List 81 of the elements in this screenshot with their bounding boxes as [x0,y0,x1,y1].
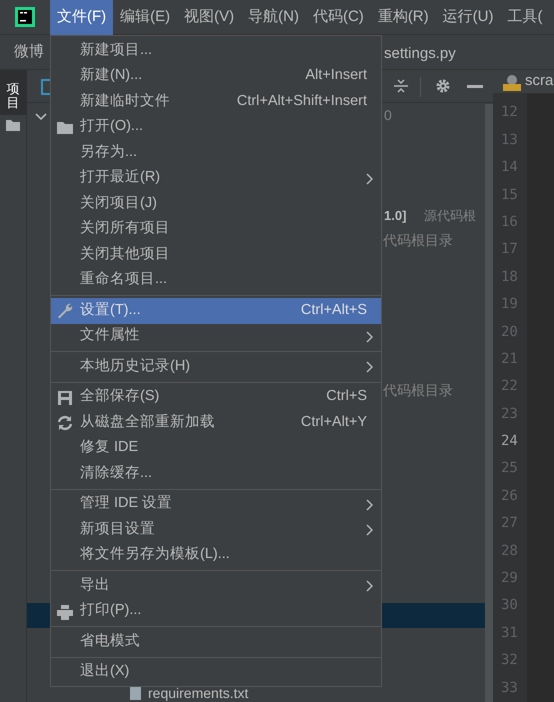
menu-item[interactable]: 省电模式 [51,629,381,654]
wrench-icon [56,302,74,320]
shortcut-label: Ctrl+Alt+S [300,300,367,320]
menu-item-label: 管理 IDE 设置 [80,494,174,514]
menu-item[interactable]: 本地历史记录(H) [51,354,381,380]
chevron-icon[interactable] [35,113,47,121]
menu-item-label: 修复 IDE [80,438,140,458]
line-number: 24 [501,432,518,452]
menu-item[interactable]: 新项目设置 [51,517,381,542]
project-name: 1.0] [384,206,406,225]
menu-item-label: 全部保存(S) [80,386,160,406]
menu-item-label: 从磁盘全部重新加载 [80,412,216,432]
source-root-note: 源代码根 [424,206,476,225]
menu-bar-item[interactable]: 运行(U) [436,0,500,35]
menu-item[interactable]: 关闭项目(J) [51,191,381,216]
printer-icon [56,602,74,620]
menu-item-label: 文件属性 [80,326,141,346]
menu-item-label: 省电模式 [80,632,141,651]
shortcut-label: Ctrl+S [326,387,367,406]
menu-item-label: 退出(X) [80,662,130,682]
menu-item[interactable]: 管理 IDE 设置 [51,492,381,517]
menu-item-label: 清除缓存... [80,464,154,483]
scrollbar[interactable] [485,104,493,702]
menu-bar-item[interactable]: 编辑(E) [113,0,178,35]
shortcut-label: Ctrl+Alt+Shift+Insert [236,92,367,111]
menu-item-label: 打开(O)... [80,117,144,136]
menu-item-label: 新项目设置 [80,520,156,539]
menu-item[interactable]: 打开最近(R) [51,166,381,191]
menu-bar-item[interactable]: 重构(R) [370,0,436,35]
settings-icon[interactable] [435,78,451,94]
source-root-note: 代码根目录 [383,381,453,400]
menu-item-label: 设置(T)... [80,300,142,320]
menu-item[interactable]: 全部保存(S) Ctrl+S [51,384,381,410]
menu-item[interactable]: 退出(X) [51,660,381,685]
menu-item[interactable]: 新建项目... [51,38,381,64]
shortcut-label: Alt+Insert [305,66,367,86]
menu-item[interactable]: 新建临时文件 Ctrl+Alt+Shift+Insert [51,89,381,114]
menu-item-label: 本地历史记录(H) [80,356,192,376]
menu-item-label: 打开最近(R) [80,168,162,188]
menu-item[interactable]: 重命名项目... [51,268,381,293]
menu-item[interactable]: 另存为... [51,140,381,166]
menu-item-label: 打印(P)... [80,601,142,620]
file-breadcrumb[interactable]: settings.py [384,43,456,66]
shortcut-label: Ctrl+Alt+Y [300,412,367,432]
menu-bar-item[interactable]: 导航(N) [241,0,306,35]
menu-item-label: 新建(N)... [80,66,144,86]
menu-item-label: 新建项目... [80,40,154,60]
project-breadcrumb[interactable]: 微博 [14,40,44,64]
menu-item[interactable]: 设置(T)... Ctrl+Alt+S [51,298,381,324]
menu-bar-item[interactable]: 工具( [500,0,550,35]
menu-item-label: 关闭所有项目 [80,219,171,238]
menu-bar-item[interactable]: 文件(F) [50,0,114,35]
menu-item-label: 导出 [80,576,111,595]
menu-item[interactable]: 关闭所有项目 [51,216,381,242]
menu-item-label: 关闭项目(J) [80,194,158,213]
menu-item[interactable]: 打印(P)... [51,598,381,624]
menu-item-label: 重命名项目... [80,270,168,290]
menu-item[interactable]: 将文件另存为模板(L)... [51,542,381,568]
menu-item[interactable]: 打开(O)... [51,114,381,140]
project-tab[interactable]: 项目 [0,70,26,115]
collapse-icon[interactable] [393,78,409,94]
menu-item[interactable]: 关闭其他项目 [51,242,381,268]
menu-item-label: 关闭其他项目 [80,244,171,264]
menu-item[interactable]: 新建(N)... Alt+Insert [51,64,381,89]
refresh-icon [56,414,74,432]
tree-item-label[interactable]: requirements.txt [148,685,248,701]
menu-item-label: 将文件另存为模板(L)... [80,545,231,564]
folder-icon[interactable] [6,118,20,131]
menu-item[interactable]: 从磁盘全部重新加载 Ctrl+Alt+Y [51,410,381,436]
menu-bar-item[interactable]: 视图(V) [177,0,242,35]
menu-item-label: 新建临时文件 [80,92,171,111]
menu-bar-item[interactable]: 代码(C) [306,0,371,35]
menu-item[interactable]: 清除缓存... [51,461,381,486]
menu-item[interactable]: 文件属性 [51,324,381,349]
menu-item[interactable]: 导出 [51,573,381,598]
source-root-note: 代码根目录 [383,231,453,250]
file-icon [130,687,141,700]
menu-item[interactable]: 修复 IDE [51,436,381,461]
app-logo-icon [15,7,35,27]
menu-item-label: 另存为... [80,142,138,162]
save-icon [56,388,74,406]
